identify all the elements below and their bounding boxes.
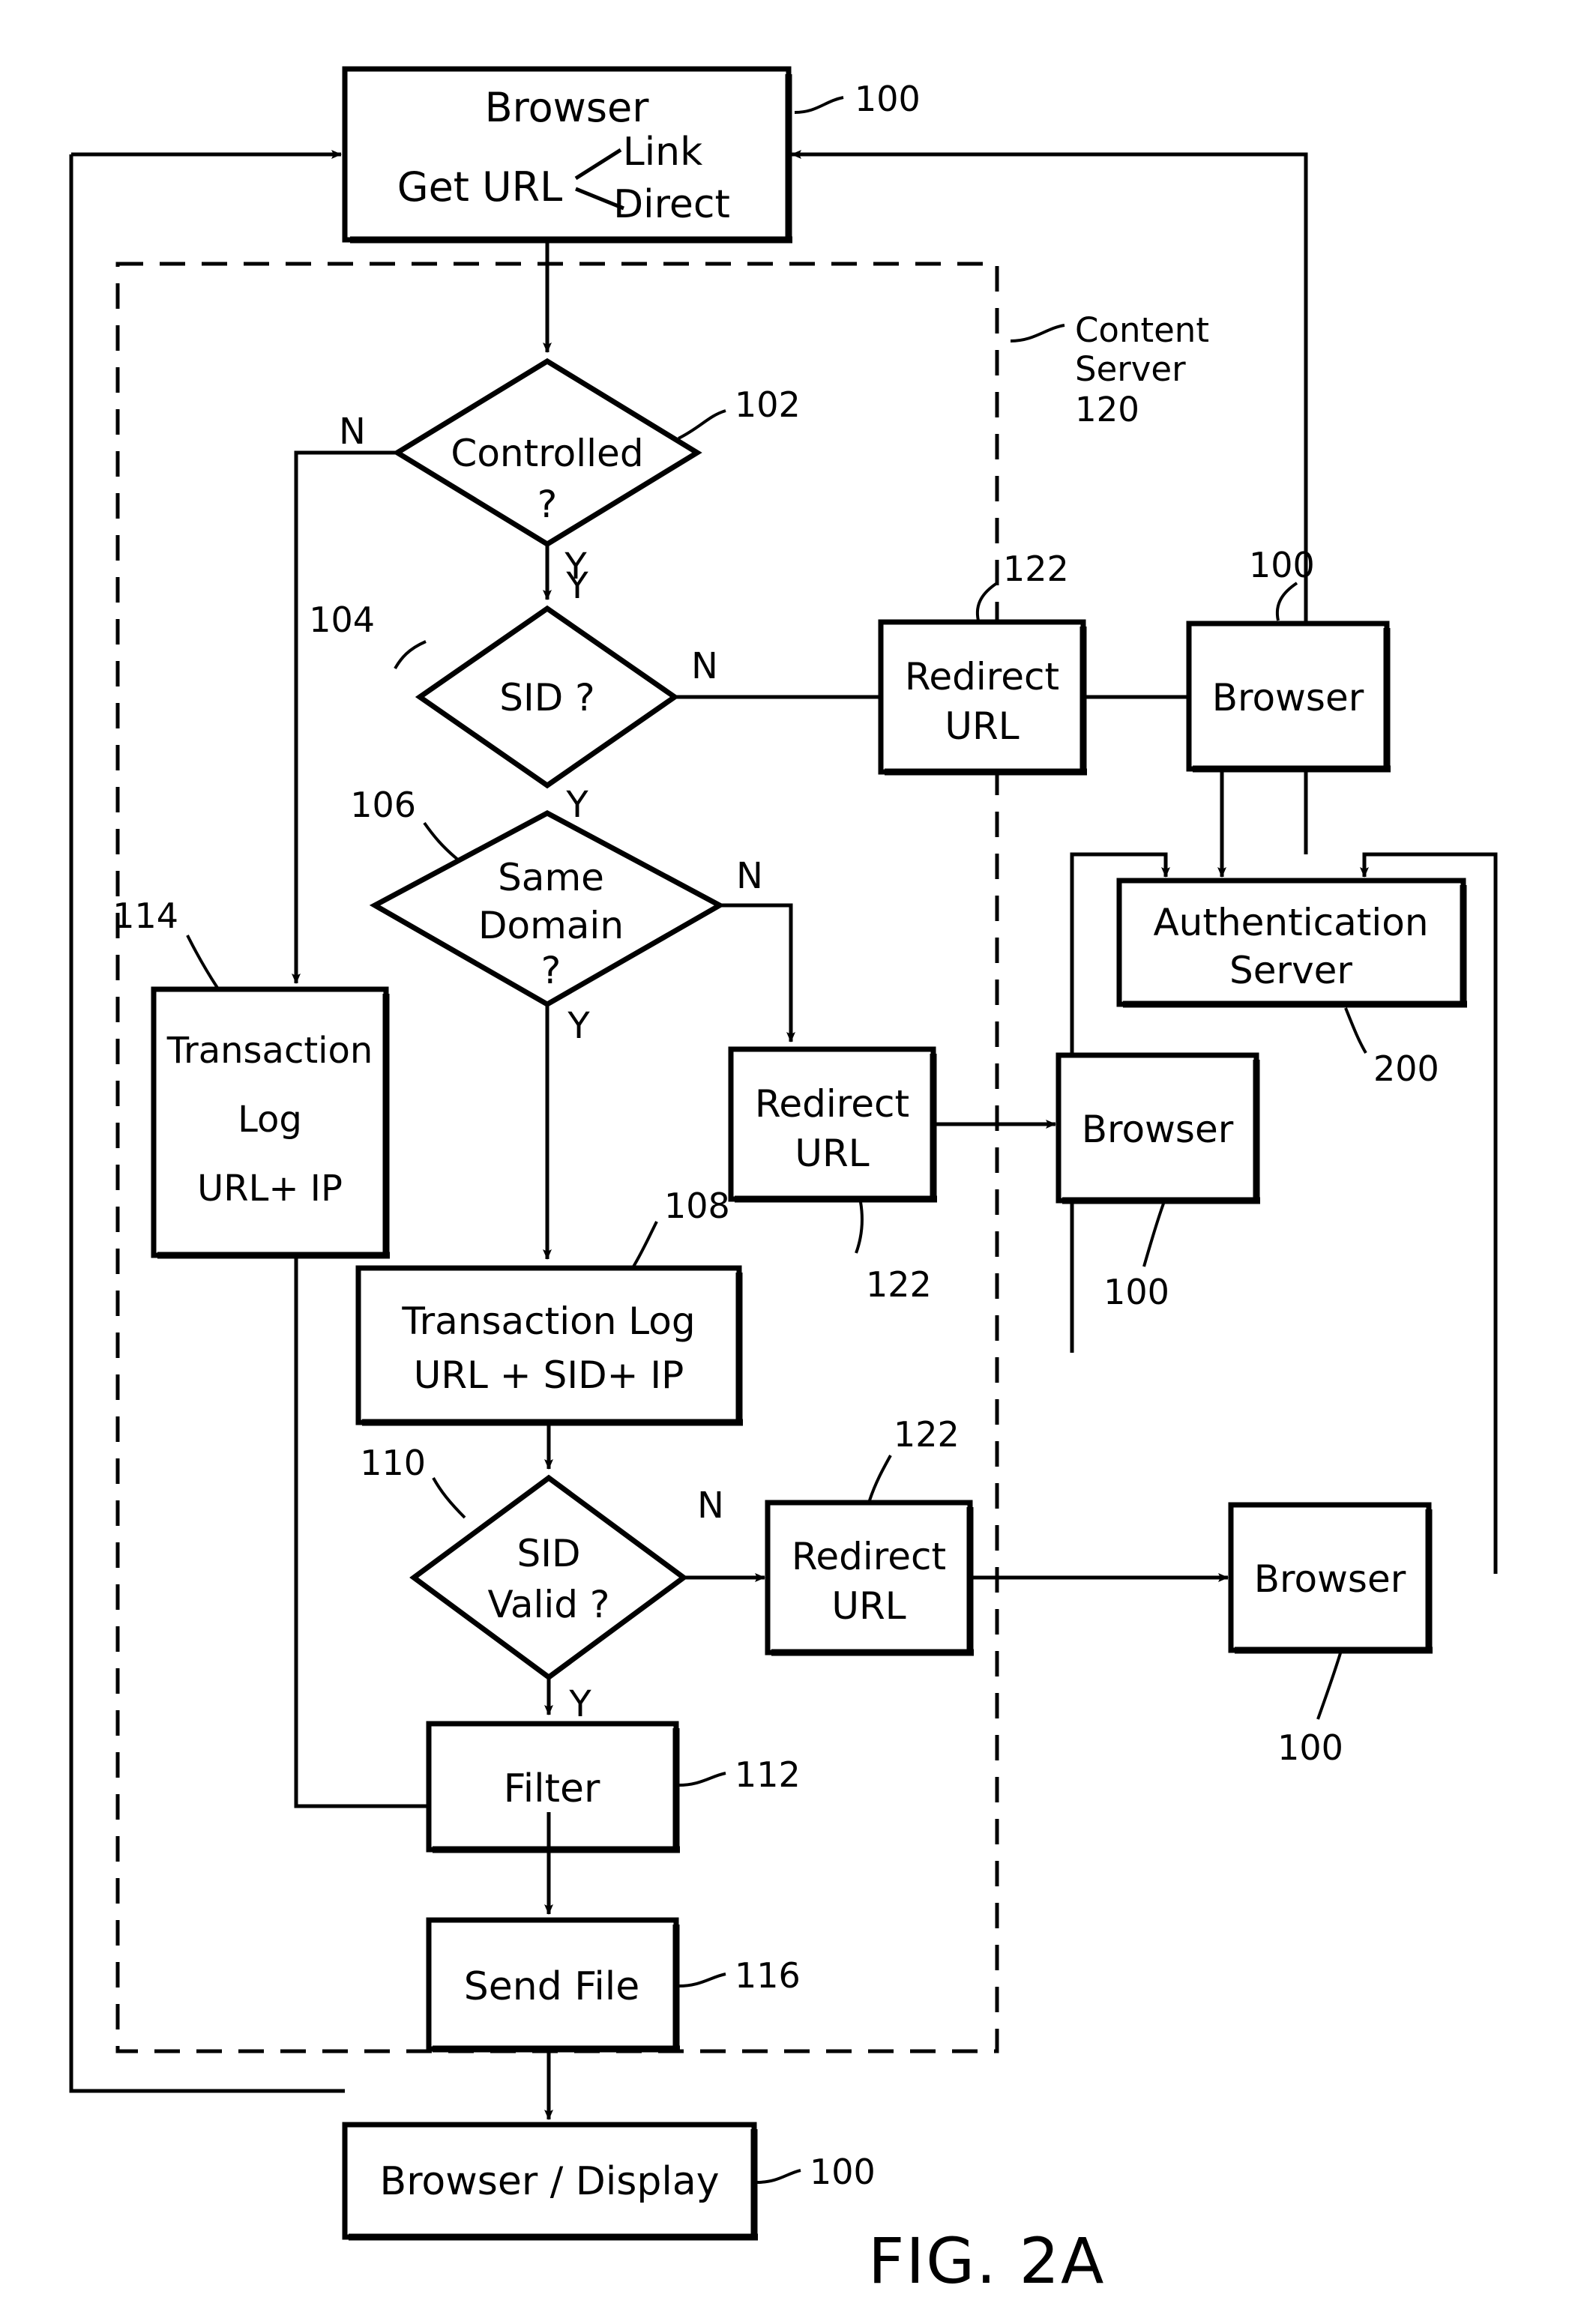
tlog-full-line1: Transaction Log xyxy=(401,1300,695,1343)
browser-top-direct-label: Direct xyxy=(613,182,730,227)
branch-label-sid-valid-yes: Y xyxy=(568,1683,591,1725)
redirect3-line2: URL xyxy=(831,1584,906,1628)
ref-110-sid-valid: 110 xyxy=(360,1443,426,1483)
filter-label: Filter xyxy=(504,1766,600,1811)
browser-top-link-label: Link xyxy=(623,130,703,175)
flowchart-svg: Content Server 120 Browser Get URL Link … xyxy=(0,0,1581,2324)
ref-100-browser3: 100 xyxy=(1277,1727,1343,1768)
node-transaction-log-full[interactable] xyxy=(355,1265,743,1426)
ref-100-browser1: 100 xyxy=(1249,545,1315,585)
browser-top-title: Browser xyxy=(485,84,650,131)
send-file-label: Send File xyxy=(464,1964,640,2009)
tlog-urlip-line2: Log xyxy=(238,1099,302,1141)
ref-102-controlled: 102 xyxy=(735,384,801,425)
ref-106-same-domain: 106 xyxy=(350,785,416,825)
ref-100-browser2: 100 xyxy=(1103,1272,1169,1312)
sid-valid-line1: SID xyxy=(517,1532,581,1575)
ref-100-browser-top: 100 xyxy=(855,79,921,119)
figure-caption: FIG. 2A xyxy=(868,2224,1106,2298)
redirect3-line1: Redirect xyxy=(792,1535,946,1578)
ref-122-redirect3: 122 xyxy=(894,1414,960,1455)
auth-server-line1: Authentication xyxy=(1153,901,1428,944)
ref-122-redirect2: 122 xyxy=(866,1264,932,1305)
sid-label: SID ? xyxy=(499,676,594,719)
content-server-label-line1: Content xyxy=(1075,310,1209,350)
tlog-urlip-line3: URL+ IP xyxy=(197,1168,343,1210)
sid-valid-line2: Valid ? xyxy=(488,1583,610,1626)
content-server-ref-120: 120 xyxy=(1075,390,1139,429)
same-domain-qmark: ? xyxy=(541,949,561,992)
ref-116-send-file: 116 xyxy=(735,1955,801,1996)
ref-100-browser-display: 100 xyxy=(810,2152,876,2192)
browser3-label: Browser xyxy=(1254,1557,1406,1601)
redirect1-line2: URL xyxy=(945,704,1019,748)
redirect2-line2: URL xyxy=(795,1132,869,1175)
controlled-qmark: ? xyxy=(537,483,558,526)
ref-104-sid: 104 xyxy=(309,600,375,640)
branch-label-same-domain-yes: Y xyxy=(567,1005,590,1047)
same-domain-line2: Domain xyxy=(478,904,624,947)
redirect2-line1: Redirect xyxy=(755,1082,909,1126)
ref-112-filter: 112 xyxy=(735,1754,801,1795)
ref-108-tlog-full: 108 xyxy=(664,1186,730,1226)
content-server-label-line2: Server xyxy=(1075,349,1186,389)
branch-label-sid-no: N xyxy=(691,645,718,687)
browser1-label: Browser xyxy=(1212,676,1364,719)
auth-server-line2: Server xyxy=(1229,949,1352,992)
redirect1-line1: Redirect xyxy=(905,655,1059,698)
branch-label-controlled-no: N xyxy=(339,411,366,453)
browser-top-get-url: Get URL xyxy=(397,163,563,211)
patent-figure: Content Server 120 Browser Get URL Link … xyxy=(0,0,1581,2324)
branch-label-sid-valid-no: N xyxy=(697,1485,724,1527)
ref-122-redirect1: 122 xyxy=(1003,549,1069,589)
browser2-label: Browser xyxy=(1082,1108,1234,1151)
controlled-label: Controlled xyxy=(451,432,643,475)
tlog-full-line2: URL + SID+ IP xyxy=(414,1353,684,1397)
ref-200-auth-server: 200 xyxy=(1373,1048,1439,1089)
ref-114-tlog: 114 xyxy=(112,896,178,936)
tlog-urlip-line1: Transaction xyxy=(166,1030,373,1072)
same-domain-line1: Same xyxy=(498,856,604,899)
browser-display-label: Browser / Display xyxy=(380,2159,720,2204)
branch-label-same-domain-no: N xyxy=(736,855,763,897)
branch-label-sid-yes: Y xyxy=(565,784,588,826)
node-redirect-url-3[interactable] xyxy=(765,1500,974,1656)
branch-label-sid-yes-top: Y xyxy=(565,565,588,607)
